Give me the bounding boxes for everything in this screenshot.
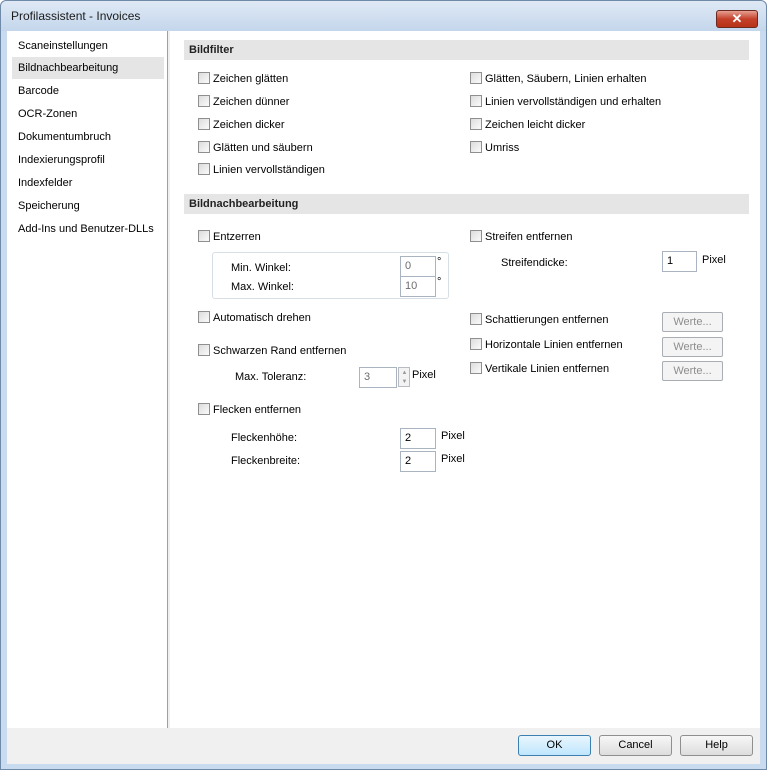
checkbox-streifen-entfernen[interactable]: Streifen entfernen	[470, 230, 572, 246]
checkbox-box[interactable]	[198, 403, 210, 415]
min-winkel-degree: °	[437, 256, 442, 268]
streifendicke-input[interactable]: 1	[662, 251, 697, 272]
spin-down-icon[interactable]: ▼	[401, 378, 408, 386]
min-winkel-label: Min. Winkel:	[231, 262, 291, 274]
checkbox-flecken-entfernen[interactable]: Flecken entfernen	[198, 403, 301, 419]
checkbox-label: Flecken entfernen	[213, 404, 302, 416]
fleckenhoehe-unit: Pixel	[441, 430, 465, 442]
checkbox-label: Horizontale Linien entfernen	[485, 339, 623, 351]
checkbox-box[interactable]	[470, 72, 482, 84]
checkbox-box[interactable]	[198, 95, 210, 107]
checkbox-label: Zeichen leicht dicker	[485, 119, 586, 131]
checkbox-label: Glätten und säubern	[213, 142, 313, 154]
checkbox-box[interactable]	[198, 163, 210, 175]
checkbox-box[interactable]	[470, 313, 482, 325]
checkbox-box[interactable]	[198, 230, 210, 242]
sidebar-item-speicherung[interactable]: Speicherung	[12, 195, 164, 217]
section-header-bildnachbearbeitung: Bildnachbearbeitung	[184, 194, 749, 214]
fleckenbreite-input[interactable]: 2	[400, 451, 436, 472]
title-bar: Profilassistent - Invoices ✕	[1, 1, 766, 31]
section-header-bildfilter: Bildfilter	[184, 40, 749, 60]
werte-button-horizontale[interactable]: Werte...	[662, 337, 723, 357]
sidebar-item-scaneinstellungen[interactable]: Scaneinstellungen	[12, 35, 164, 57]
checkbox-umriss[interactable]: Umriss	[470, 141, 519, 157]
checkbox-label: Entzerren	[213, 231, 261, 243]
checkbox-label: Linien vervollständigen	[213, 164, 325, 176]
sidebar-item-add-ins[interactable]: Add-Ins und Benutzer-DLLs	[12, 218, 164, 240]
sidebar-item-indexierungsprofil[interactable]: Indexierungsprofil	[12, 149, 164, 171]
checkbox-horizontale-linien[interactable]: Horizontale Linien entfernen	[470, 338, 623, 354]
checkbox-label: Linien vervollständigen und erhalten	[485, 96, 662, 108]
sidebar-item-ocr-zonen[interactable]: OCR-Zonen	[12, 103, 164, 125]
checkbox-entzerren[interactable]: Entzerren	[198, 230, 261, 246]
checkbox-label: Schattierungen entfernen	[485, 314, 609, 326]
max-toleranz-unit: Pixel	[412, 369, 436, 381]
settings-panel: Bildfilter Zeichen glätten Zeichen dünne…	[170, 31, 760, 728]
cancel-button[interactable]: Cancel	[599, 735, 672, 756]
checkbox-label: Zeichen dünner	[213, 96, 290, 108]
checkbox-label: Zeichen glätten	[213, 73, 289, 85]
fleckenhoehe-label: Fleckenhöhe:	[231, 432, 298, 444]
checkbox-linien-vervollstaendigen[interactable]: Linien vervollständigen	[198, 163, 325, 179]
checkbox-label: Vertikale Linien entfernen	[485, 363, 610, 375]
checkbox-automatisch-drehen[interactable]: Automatisch drehen	[198, 311, 311, 327]
checkbox-box[interactable]	[470, 230, 482, 242]
checkbox-glaetten-saeubern[interactable]: Glätten und säubern	[198, 141, 313, 157]
checkbox-box[interactable]	[198, 72, 210, 84]
max-winkel-degree: °	[437, 276, 442, 288]
sidebar-item-indexfelder[interactable]: Indexfelder	[12, 172, 164, 194]
checkbox-schattierungen-entfernen[interactable]: Schattierungen entfernen	[470, 313, 609, 329]
checkbox-box[interactable]	[470, 95, 482, 107]
max-toleranz-input[interactable]: 3	[359, 367, 397, 388]
werte-button-schattierungen[interactable]: Werte...	[662, 312, 723, 332]
checkbox-box[interactable]	[470, 362, 482, 374]
help-button[interactable]: Help	[680, 735, 753, 756]
min-winkel-input[interactable]: 0	[400, 256, 436, 277]
max-toleranz-label: Max. Toleranz:	[235, 371, 307, 383]
checkbox-zeichen-duenner[interactable]: Zeichen dünner	[198, 95, 289, 111]
max-winkel-input[interactable]: 10	[400, 276, 436, 297]
checkbox-label: Umriss	[485, 142, 520, 154]
fleckenbreite-label: Fleckenbreite:	[231, 455, 301, 467]
sidebar-item-barcode[interactable]: Barcode	[12, 80, 164, 102]
dialog-footer: OK Cancel Help	[7, 728, 760, 764]
checkbox-box[interactable]	[470, 338, 482, 350]
checkbox-schwarzen-rand[interactable]: Schwarzen Rand entfernen	[198, 344, 346, 360]
dialog-window: Profilassistent - Invoices ✕ Scaneinstel…	[0, 0, 767, 770]
fleckenbreite-unit: Pixel	[441, 453, 465, 465]
spin-up-icon[interactable]: ▲	[401, 369, 408, 377]
fleckenhoehe-input[interactable]: 2	[400, 428, 436, 449]
dialog-client: Scaneinstellungen Bildnachbearbeitung Ba…	[7, 31, 760, 764]
checkbox-zeichen-glaetten[interactable]: Zeichen glätten	[198, 72, 288, 88]
checkbox-label: Streifen entfernen	[485, 231, 573, 243]
checkbox-label: Glätten, Säubern, Linien erhalten	[485, 73, 647, 85]
checkbox-label: Automatisch drehen	[213, 312, 311, 324]
werte-button-vertikale[interactable]: Werte...	[662, 361, 723, 381]
sidebar-item-dokumentumbruch[interactable]: Dokumentumbruch	[12, 126, 164, 148]
checkbox-box[interactable]	[198, 311, 210, 323]
checkbox-glaetten-saeubern-linien-erhalten[interactable]: Glätten, Säubern, Linien erhalten	[470, 72, 646, 88]
checkbox-label: Zeichen dicker	[213, 119, 285, 131]
sidebar-item-bildnachbearbeitung[interactable]: Bildnachbearbeitung	[12, 57, 164, 79]
streifendicke-label: Streifendicke:	[501, 257, 568, 269]
ok-button[interactable]: OK	[518, 735, 591, 756]
close-button[interactable]: ✕	[716, 10, 758, 28]
streifendicke-unit: Pixel	[702, 254, 726, 266]
checkbox-label: Schwarzen Rand entfernen	[213, 345, 347, 357]
checkbox-box[interactable]	[198, 118, 210, 130]
checkbox-zeichen-leicht-dicker[interactable]: Zeichen leicht dicker	[470, 118, 585, 134]
checkbox-zeichen-dicker[interactable]: Zeichen dicker	[198, 118, 285, 134]
max-toleranz-spinner[interactable]: ▲ ▼	[398, 367, 410, 387]
sidebar: Scaneinstellungen Bildnachbearbeitung Ba…	[7, 31, 168, 728]
checkbox-box[interactable]	[198, 344, 210, 356]
max-winkel-label: Max. Winkel:	[231, 281, 294, 293]
checkbox-box[interactable]	[470, 141, 482, 153]
window-title: Profilassistent - Invoices	[11, 9, 141, 23]
checkbox-box[interactable]	[470, 118, 482, 130]
checkbox-vertikale-linien[interactable]: Vertikale Linien entfernen	[470, 362, 609, 378]
checkbox-box[interactable]	[198, 141, 210, 153]
checkbox-linien-vervollstaendigen-erhalten[interactable]: Linien vervollständigen und erhalten	[470, 95, 661, 111]
